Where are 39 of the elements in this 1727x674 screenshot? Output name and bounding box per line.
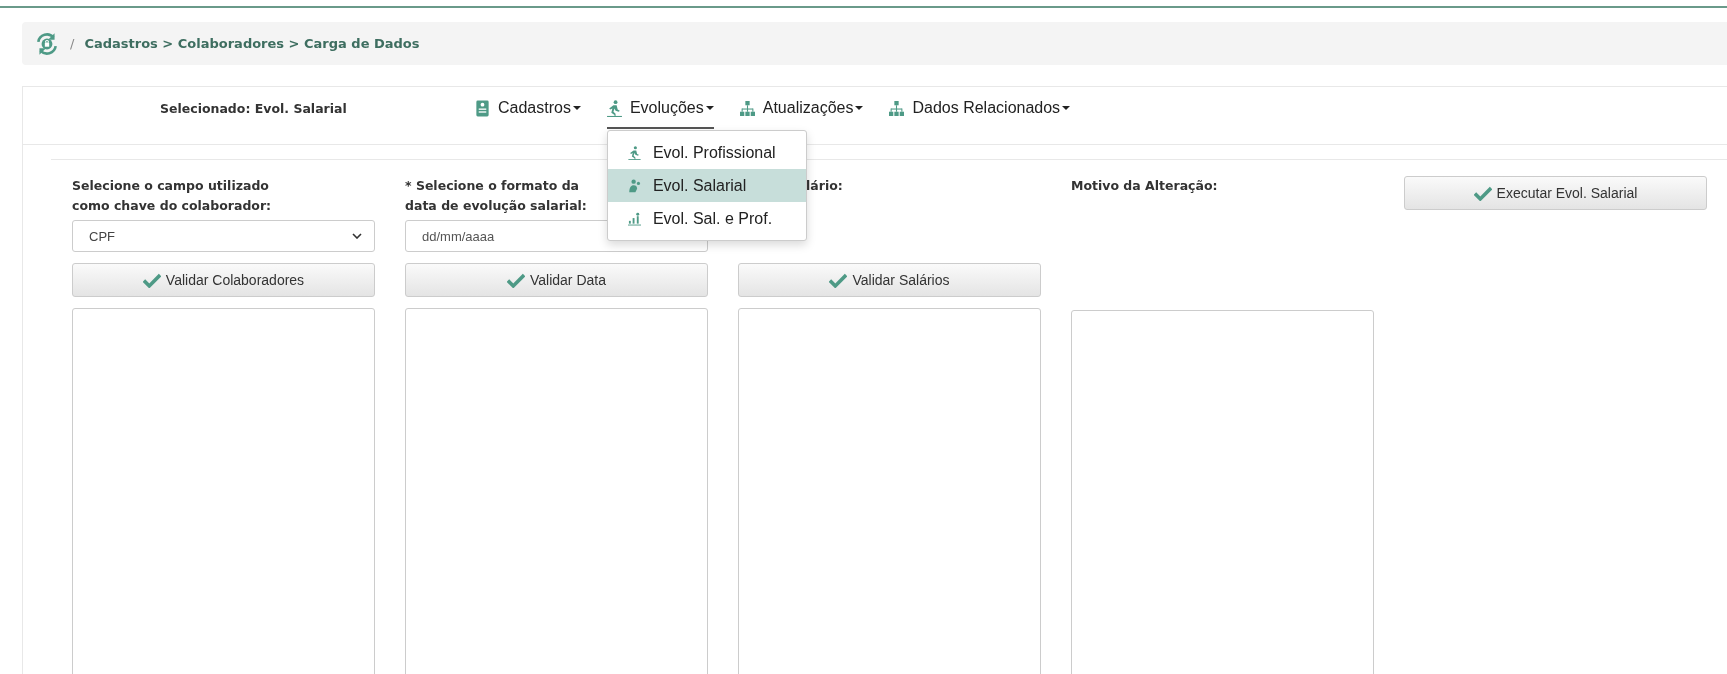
menu-dropdown[interactable]: Atualizações bbox=[739, 99, 864, 129]
validate-button[interactable]: Validar Salários bbox=[738, 263, 1041, 297]
caret-icon bbox=[1062, 106, 1071, 110]
field-label: lário: bbox=[806, 177, 843, 195]
dropdown-item[interactable]: Evol. Sal. e Prof. bbox=[607, 202, 806, 235]
dropdown-item[interactable]: Evol. Profissional bbox=[607, 136, 806, 169]
text-area[interactable] bbox=[1071, 310, 1374, 674]
dropdown-item[interactable]: Evol. Salarial bbox=[607, 169, 806, 202]
checkmark-icon bbox=[507, 272, 525, 288]
checkmark-icon bbox=[1473, 185, 1492, 201]
text-area[interactable] bbox=[72, 308, 375, 674]
person-coin-icon bbox=[627, 178, 641, 193]
caret-icon bbox=[705, 106, 714, 110]
breadcrumb-path[interactable]: Cadastros > Colaboradores > Carga de Dados bbox=[84, 36, 420, 51]
checkmark-icon bbox=[142, 272, 161, 288]
sync-lock-icon bbox=[34, 30, 60, 57]
breadcrumb-separator: / bbox=[70, 36, 75, 51]
menu-dropdown[interactable]: Cadastros bbox=[475, 99, 581, 129]
chevron-down-icon bbox=[352, 233, 362, 239]
hierarchy-icon bbox=[739, 99, 755, 117]
execute-button[interactable]: Executar Evol. Salarial bbox=[1404, 176, 1707, 210]
runner-icon bbox=[606, 99, 622, 117]
caret-icon bbox=[855, 106, 864, 110]
validate-button[interactable]: Validar Data bbox=[405, 263, 708, 297]
selected-label: Selecionado: Evol. Salarial bbox=[159, 100, 348, 116]
field-label: Motivo da Alteração: bbox=[1071, 177, 1218, 195]
validate-button[interactable]: Validar Colaboradores bbox=[72, 263, 375, 297]
growth-chart-icon bbox=[627, 211, 641, 226]
field-label: Selecione o campo utilizado como chave do colaborador: bbox=[72, 177, 272, 215]
select-field[interactable]: CPF bbox=[72, 220, 375, 252]
text-area[interactable] bbox=[405, 308, 708, 674]
menu-dropdown[interactable]: Dados Relacionados bbox=[889, 99, 1071, 129]
text-area[interactable] bbox=[738, 308, 1041, 674]
caret-icon bbox=[572, 106, 581, 110]
runner-icon bbox=[627, 145, 641, 160]
document-icon bbox=[475, 99, 490, 117]
hierarchy-icon bbox=[889, 99, 905, 117]
field-label: * Selecione o formato da data de evolução salarial: bbox=[405, 177, 587, 215]
checkmark-icon bbox=[829, 272, 848, 288]
